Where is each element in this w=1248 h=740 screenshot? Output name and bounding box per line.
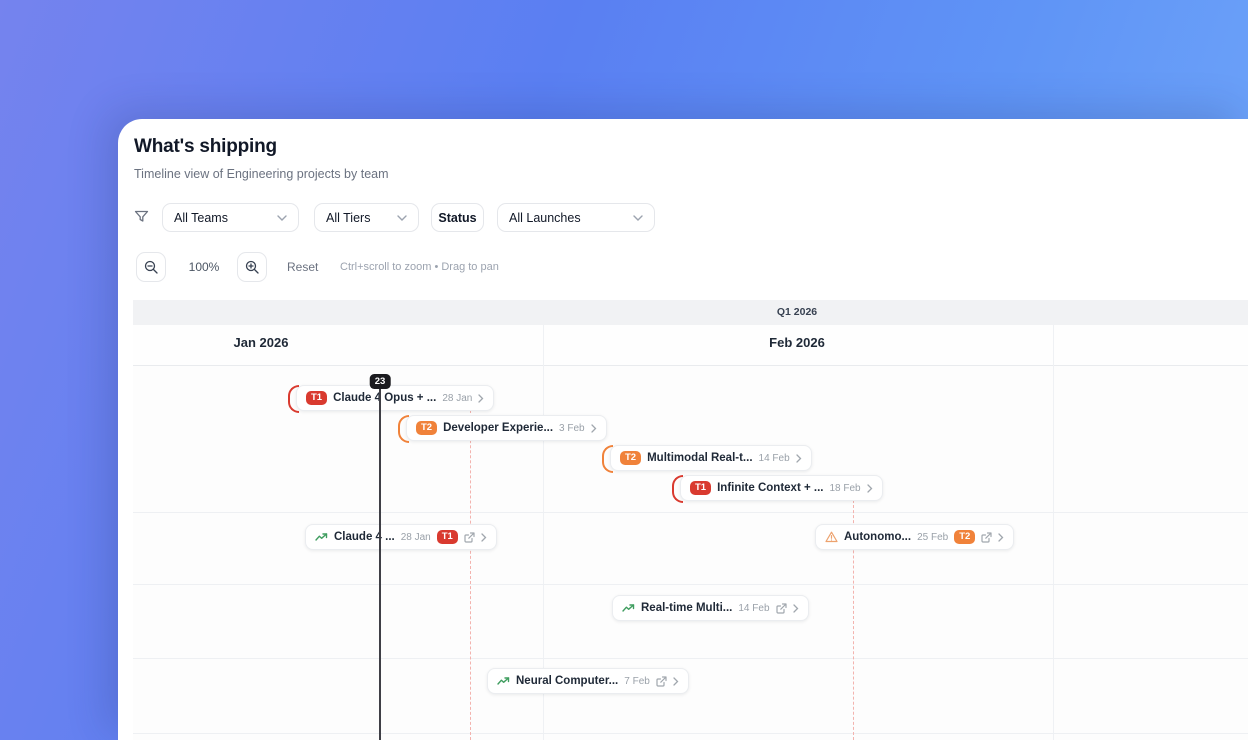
page-background: What's shipping Timeline view of Enginee… <box>0 0 1248 740</box>
pill-date: 3 Feb <box>559 422 585 434</box>
tier-badge: T1 <box>436 529 458 545</box>
pill-name: Infinite Context + ... <box>717 482 824 494</box>
launch-pill[interactable]: Autonomo... 25 Feb T2 <box>815 524 1015 550</box>
tier-badge: T1 <box>306 390 328 406</box>
pill-name: Claude 4 Opus + ... <box>333 392 437 404</box>
today-line <box>379 388 381 740</box>
start-bracket-icon <box>672 475 683 503</box>
project-pill[interactable]: T2 Developer Experie... 3 Feb <box>398 415 607 443</box>
tiers-dropdown[interactable]: All Tiers <box>314 203 419 232</box>
warning-icon <box>825 531 838 543</box>
quarter-label: Q1 2026 <box>776 306 818 318</box>
zoom-in-icon <box>245 260 259 274</box>
month-header-row: Jan 2026 Feb 2026 <box>133 325 1248 366</box>
teams-dropdown[interactable]: All Teams <box>162 203 299 232</box>
zoom-out-button[interactable] <box>136 252 166 282</box>
deadline-dashed-line <box>470 410 471 740</box>
pill-date: 18 Feb <box>829 482 861 494</box>
project-pill[interactable]: T2 Multimodal Real-t... 14 Feb <box>602 445 812 473</box>
launch-pill[interactable]: Neural Computer... 7 Feb <box>487 668 689 694</box>
pill-name: Multimodal Real-t... <box>647 452 753 464</box>
chevron-right-icon <box>481 532 487 542</box>
trend-up-icon <box>315 531 328 543</box>
tier-badge: T2 <box>620 450 642 466</box>
quarter-header: Q1 2026 <box>133 300 1248 325</box>
pill-name: Neural Computer... <box>516 675 619 687</box>
timeline[interactable]: Q1 2026 Jan 2026 Feb 2026 23 T1 Claude 4 … <box>133 300 1248 740</box>
launch-pill[interactable]: Real-time Multi... 14 Feb <box>612 595 809 621</box>
project-pill[interactable]: T1 Claude 4 Opus + ... 28 Jan <box>288 385 495 413</box>
zoom-level: 100% <box>188 260 220 274</box>
app-card: What's shipping Timeline view of Enginee… <box>118 119 1248 740</box>
page-title: What's shipping <box>134 136 277 157</box>
start-bracket-icon <box>398 415 409 443</box>
chevron-down-icon <box>277 214 287 221</box>
start-bracket-icon <box>602 445 613 473</box>
trend-up-icon <box>497 675 510 687</box>
project-pill[interactable]: T1 Infinite Context + ... 18 Feb <box>672 475 883 503</box>
chevron-down-icon <box>633 214 643 221</box>
status-button[interactable]: Status <box>431 203 484 232</box>
pill-name: Developer Experie... <box>443 422 554 434</box>
pill-name: Real-time Multi... <box>641 602 733 614</box>
zoom-in-button[interactable] <box>237 252 267 282</box>
start-bracket-icon <box>288 385 299 413</box>
pill-name: Claude 4 ... <box>334 531 395 543</box>
pill-date: 14 Feb <box>758 452 790 464</box>
chevron-right-icon <box>796 453 802 463</box>
pill-date: 28 Jan <box>400 531 431 543</box>
chevron-right-icon <box>673 676 679 686</box>
teams-dropdown-label: All Teams <box>174 210 228 225</box>
reset-button[interactable]: Reset <box>287 252 318 282</box>
zoom-out-icon <box>144 260 158 274</box>
chevron-right-icon <box>866 483 873 493</box>
zoom-hint: Ctrl+scroll to zoom • Drag to pan <box>340 261 499 273</box>
chevron-right-icon <box>792 603 799 613</box>
row-gridline <box>133 512 1248 513</box>
filter-icon <box>134 209 149 224</box>
pill-date: 25 Feb <box>917 531 949 543</box>
tier-badge: T2 <box>416 420 438 436</box>
pill-date: 14 Feb <box>738 602 770 614</box>
chevron-right-icon <box>998 532 1004 542</box>
month-gridline <box>1053 325 1054 740</box>
pill-date: 7 Feb <box>624 675 650 687</box>
row-gridline <box>133 733 1248 734</box>
chevron-right-icon <box>590 423 597 433</box>
tier-badge: T1 <box>690 480 712 496</box>
launches-dropdown[interactable]: All Launches <box>497 203 655 232</box>
tiers-dropdown-label: All Tiers <box>326 210 371 225</box>
month-label-feb: Feb 2026 <box>769 335 825 350</box>
external-link-icon[interactable] <box>464 531 475 543</box>
month-label-jan: Jan 2026 <box>233 335 289 350</box>
chevron-right-icon <box>478 393 484 403</box>
page-subtitle: Timeline view of Engineering projects by… <box>134 167 389 181</box>
external-link-icon[interactable] <box>775 602 787 614</box>
external-link-icon[interactable] <box>656 675 667 687</box>
tier-badge: T2 <box>954 529 976 545</box>
status-button-label: Status <box>438 210 477 225</box>
trend-up-icon <box>622 602 635 614</box>
pill-date: 28 Jan <box>442 392 473 404</box>
chevron-down-icon <box>397 214 407 221</box>
row-gridline <box>133 584 1248 585</box>
launch-pill[interactable]: Claude 4 ... 28 Jan T1 <box>305 524 497 550</box>
row-gridline <box>133 658 1248 659</box>
launches-dropdown-label: All Launches <box>509 210 581 225</box>
pill-name: Autonomo... <box>844 531 912 543</box>
today-badge: 23 <box>369 374 391 389</box>
external-link-icon[interactable] <box>981 531 992 543</box>
